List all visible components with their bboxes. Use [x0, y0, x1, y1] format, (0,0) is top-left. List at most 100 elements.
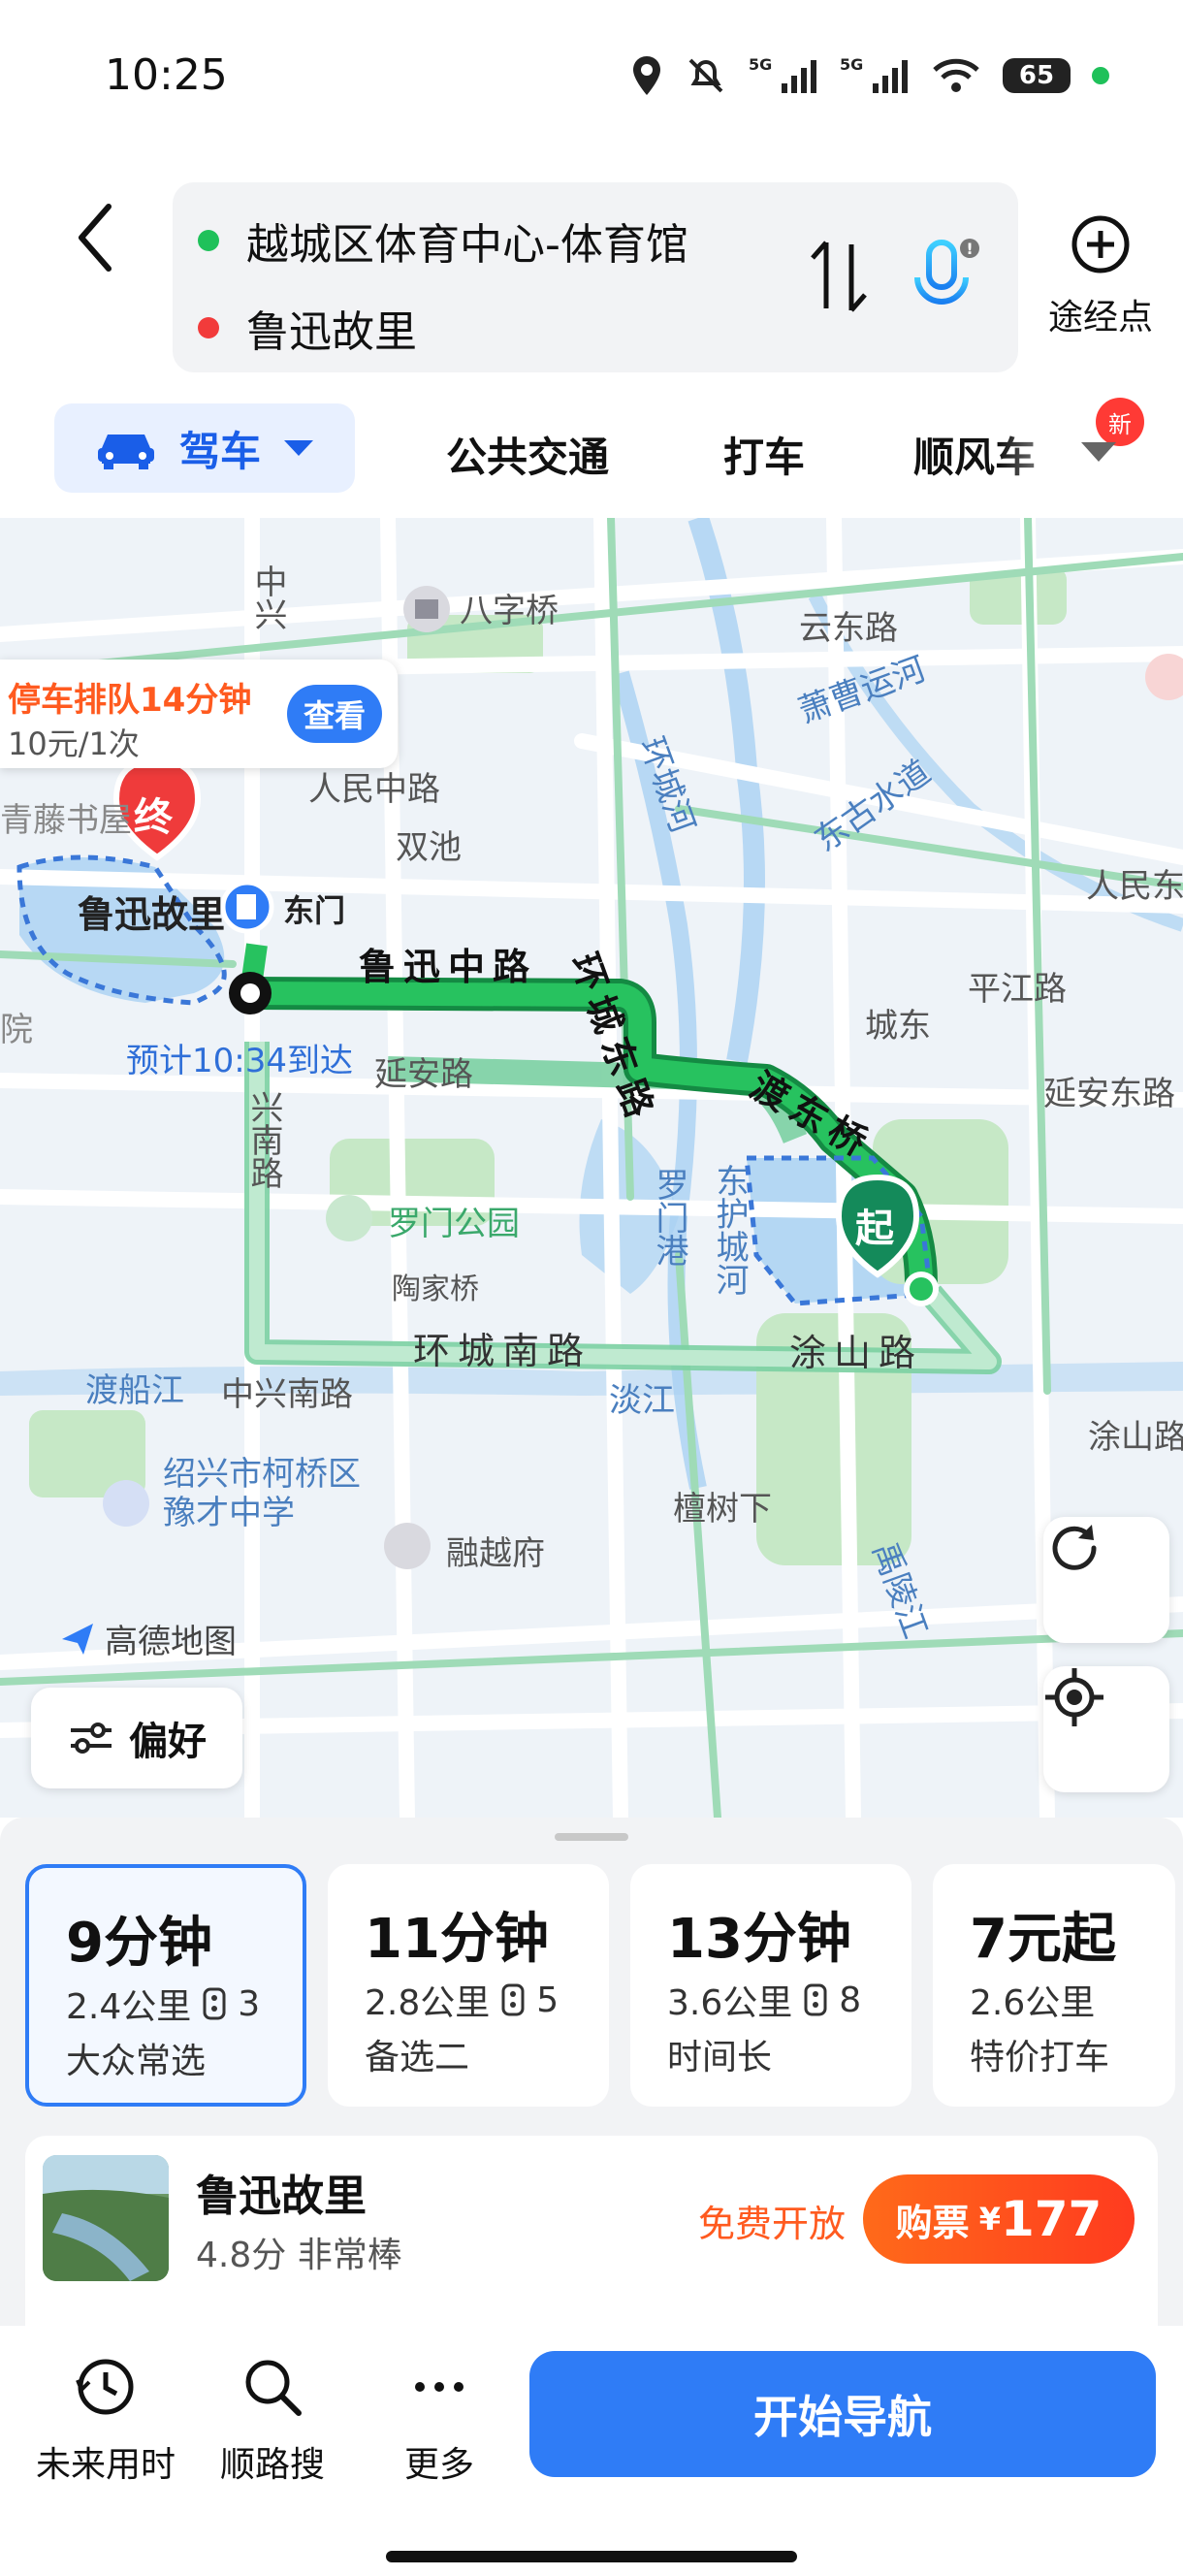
east-gate-label: 东门 — [283, 892, 346, 929]
map-label-yanan: 延安路 — [374, 1055, 473, 1094]
route-option-lights: 3 — [238, 1983, 261, 2024]
route-option-price: 7元起 — [970, 1908, 1116, 1971]
dest-label: 鲁迅故里 — [78, 893, 226, 936]
route-option-meta: 3.6公里 8 — [667, 1975, 861, 2025]
parking-card[interactable]: 停车排队14分钟 10元/1次 查看 — [0, 660, 398, 768]
route-option-3[interactable]: 13分钟 3.6公里 8 时间长 — [630, 1864, 911, 2107]
route-option-time: 13分钟 — [667, 1908, 851, 1971]
new-badge: 新 — [1096, 398, 1144, 446]
map-label-luomen-gang: 罗门港 — [650, 1168, 688, 1267]
add-waypoint-button[interactable]: 途经点 — [1038, 213, 1164, 339]
map-label-zhongxing-nan: 中兴南路 — [221, 1375, 353, 1414]
route-option-2[interactable]: 11分钟 2.8公里 5 备选二 — [328, 1864, 609, 2107]
route-label-luxun-zhong: 鲁迅中路 — [359, 946, 538, 988]
sliders-icon — [71, 1723, 112, 1754]
refresh-button[interactable] — [1043, 1517, 1169, 1643]
map-label-renmin-zhong: 人民中路 — [308, 770, 440, 809]
search-icon — [245, 2360, 302, 2416]
sheet-handle[interactable] — [555, 1833, 628, 1841]
map-label-dan: 淡江 — [609, 1381, 675, 1420]
car-icon — [97, 435, 154, 469]
traffic-light-icon — [203, 1987, 226, 2020]
map-label-pingjiang: 平江路 — [968, 970, 1067, 1009]
parking-view-button[interactable]: 查看 — [287, 685, 382, 743]
navigation-arrow-icon — [62, 1623, 93, 1655]
map-label-bazi: 八字桥 — [460, 592, 559, 630]
destination-row[interactable]: 鲁迅故里 — [198, 297, 417, 359]
swap-icon[interactable] — [805, 233, 873, 320]
route-option-taxi[interactable]: 7元起 2.6公里 特价打车 — [933, 1864, 1175, 2107]
poi-name: 鲁迅故里 — [196, 2172, 367, 2221]
home-indicator[interactable] — [386, 2551, 797, 2562]
map-label-taojia: 陶家桥 — [392, 1272, 479, 1306]
preference-button[interactable]: 偏好 — [31, 1688, 242, 1788]
future-time-button[interactable]: 未来用时 — [23, 2353, 188, 2487]
origin-row[interactable]: 越城区体育中心-体育馆 — [198, 209, 688, 272]
map-label-chengdong: 城东 — [865, 1007, 931, 1046]
currency-symbol: ¥ — [978, 2201, 1001, 2238]
poi-photo — [43, 2155, 169, 2281]
more-tabs-icon[interactable] — [1081, 442, 1116, 462]
tab-taxi[interactable]: 打车 — [723, 425, 805, 484]
route-option-distance: 2.8公里 — [365, 1983, 491, 2023]
status-icons: 5G 5G 65 — [630, 54, 1109, 97]
map-label-qingteng: 青藤书屋 — [0, 801, 132, 840]
svg-text:!: ! — [966, 240, 973, 258]
destination-poi-card[interactable]: 鲁迅故里 4.8分 非常棒 免费开放 购票 ¥ 177 — [25, 2136, 1158, 2330]
start-marker-label: 起 — [855, 1207, 894, 1251]
back-arrow-icon[interactable] — [68, 199, 126, 276]
signal-5g-icon-2: 5G — [840, 55, 908, 93]
map-label-rongyue: 融越府 — [446, 1534, 545, 1573]
clock-icon — [76, 2359, 134, 2415]
ticket-price: 177 — [1000, 2191, 1103, 2247]
route-option-1[interactable]: 9分钟 2.4公里 3 大众常选 — [25, 1864, 306, 2107]
map-label-yanan-dong: 延安东路 — [1043, 1075, 1175, 1113]
more-button[interactable]: 更多 — [357, 2353, 522, 2487]
route-option-tag: 时间长 — [667, 2038, 773, 2077]
along-search-label: 顺路搜 — [219, 2445, 325, 2485]
location-icon — [633, 56, 660, 95]
parking-price: 10元/1次 — [8, 725, 140, 762]
amap-logo-text: 高德地图 — [105, 1623, 237, 1661]
preference-label: 偏好 — [129, 1720, 207, 1764]
route-option-tag: 备选二 — [365, 2038, 470, 2077]
map-label-tushan: 涂山路 — [789, 1332, 924, 1374]
mute-icon — [688, 58, 723, 93]
map-label-huancheng-nan: 环城南路 — [413, 1330, 592, 1372]
more-dots-icon — [415, 2382, 464, 2392]
transport-mode-tabs: 驾车 公共交通 打车 顺风车 新 — [0, 398, 1183, 504]
tab-transit[interactable]: 公共交通 — [446, 425, 609, 484]
along-search-button[interactable]: 顺路搜 — [190, 2353, 355, 2487]
locate-icon — [1045, 1668, 1103, 1726]
route-option-distance: 2.6公里 — [970, 1983, 1096, 2023]
map-label-duchuan: 渡船江 — [85, 1371, 184, 1410]
chevron-down-icon — [284, 440, 313, 456]
status-bar: 10:25 5G 5G 65 — [0, 0, 1183, 165]
tab-drive-label: 驾车 — [178, 427, 261, 475]
refresh-icon — [1052, 1525, 1097, 1570]
buy-label: 购票 — [895, 2201, 970, 2244]
map-label-renmin-dong: 人民东 — [1086, 867, 1183, 906]
map-label-zhongxing: 中兴 — [248, 564, 287, 630]
map-label-school: 绍兴市柯桥区豫才中学 — [163, 1455, 361, 1532]
route-option-time: 11分钟 — [365, 1908, 549, 1971]
map-label-xingnan: 兴南路 — [244, 1090, 283, 1189]
destination-text: 鲁迅故里 — [246, 307, 417, 357]
route-option-lights: 8 — [839, 1980, 862, 2020]
map-label-tanshu: 檀树下 — [673, 1490, 772, 1529]
start-navigation-button[interactable]: 开始导航 — [529, 2351, 1156, 2477]
route-option-meta: 2.4公里 3 — [66, 1979, 260, 2029]
voice-mic-icon[interactable]: ! — [902, 233, 989, 330]
map-label-tushan-2: 涂山路 — [1088, 1418, 1183, 1457]
map-label-donghu: 东护城河 — [710, 1164, 749, 1296]
locate-button[interactable] — [1043, 1666, 1169, 1792]
route-option-distance: 2.4公里 — [66, 1987, 192, 2027]
origin-dot — [198, 230, 219, 251]
poi-thumbnail — [43, 2155, 169, 2281]
tab-drive[interactable]: 驾车 — [54, 403, 355, 493]
buy-ticket-button[interactable]: 购票 ¥ 177 — [863, 2174, 1135, 2264]
poi-rating: 4.8分 非常棒 — [196, 2236, 402, 2275]
map-label-yuan: 院 — [0, 1011, 33, 1049]
destination-dot — [198, 317, 219, 338]
bottom-action-bar: 未来用时 顺路搜 更多 开始导航 — [0, 2326, 1183, 2576]
